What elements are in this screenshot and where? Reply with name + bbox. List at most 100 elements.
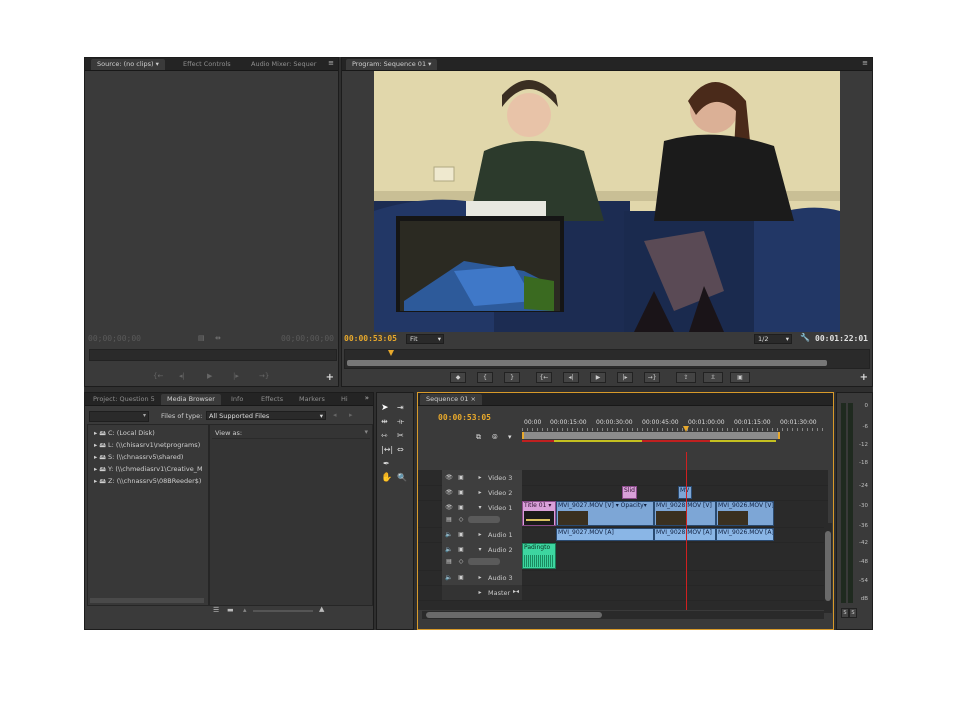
expand-icon[interactable]: ▸ — [476, 589, 484, 596]
source-step-forward-icon[interactable]: |▸ — [233, 372, 239, 380]
clip-mvi-9028[interactable]: MVI_9028.MOV [V] — [654, 501, 716, 526]
source-scrub-bar[interactable] — [89, 349, 337, 361]
source-mark-out-icon[interactable]: →} — [259, 372, 269, 380]
lock-icon[interactable]: ▣ — [457, 489, 465, 496]
source-play-icon[interactable]: ▶ — [207, 372, 212, 380]
tab-effects[interactable]: Effects — [255, 394, 289, 405]
master-output-icon[interactable]: ▸◂ — [512, 588, 520, 595]
clip-audio-9027[interactable]: MVI_9027.MOV [A] — [556, 528, 654, 541]
clip-mv[interactable]: MV — [678, 486, 692, 499]
track-select-tool-icon[interactable]: ⇥ — [397, 403, 404, 412]
speaker-icon[interactable]: 🔈 — [445, 546, 453, 553]
expand-icon[interactable]: ▸ — [476, 489, 484, 496]
selection-tool-icon[interactable]: ➤ — [381, 403, 389, 413]
tab-source[interactable]: Source: (no clips) ▾ — [91, 59, 165, 70]
zoom-out-icon[interactable]: ▴ — [243, 606, 247, 614]
eye-icon[interactable]: 👁 — [445, 474, 453, 481]
playhead-line[interactable] — [686, 452, 687, 610]
snap-icon[interactable]: ⧉ — [476, 433, 481, 442]
collapse-icon[interactable]: ▾ — [476, 546, 484, 553]
tree-item[interactable]: ▸ 🖴 Y: (\\chmediasrv1\Creative_M — [94, 465, 203, 476]
eye-icon[interactable]: 👁 — [445, 489, 453, 496]
overlay-icon[interactable]: ⇹ — [215, 334, 221, 342]
dropdown-icon[interactable]: ▾ — [428, 60, 431, 68]
source-add-icon[interactable]: + — [326, 372, 334, 383]
lock-icon[interactable]: ▣ — [457, 574, 465, 581]
files-of-type-select[interactable]: All Supported Files ▾ — [206, 411, 326, 420]
program-current-timecode[interactable]: 00:00:53:05 — [344, 334, 397, 343]
export-frame-button[interactable]: ▣ — [730, 372, 750, 383]
playhead-marker[interactable] — [388, 350, 394, 356]
tree-item[interactable]: ▸ 🖴 L: (\\chisasrv1\netprograms) — [94, 441, 200, 452]
insert-icon[interactable]: ▤ — [198, 334, 205, 342]
go-to-out-button[interactable]: →} — [644, 372, 660, 383]
timeline-timecode[interactable]: 00:00:53:05 — [438, 413, 491, 422]
zoom-tool-icon[interactable]: 🔍 — [397, 473, 407, 482]
hand-tool-icon[interactable]: ✋ — [381, 473, 392, 483]
dropdown-icon[interactable]: ▾ — [156, 60, 159, 68]
add-marker-button[interactable]: ◆ — [450, 372, 466, 383]
slip-tool-icon[interactable]: |↔| — [381, 445, 393, 454]
go-to-in-button[interactable]: {← — [536, 372, 552, 383]
tab-info[interactable]: Info — [225, 394, 249, 405]
icon-view-icon[interactable]: ▬ — [227, 606, 234, 614]
timeline-h-scrollbar[interactable] — [422, 611, 824, 619]
step-back-button[interactable]: ◂| — [563, 372, 579, 383]
eye-icon[interactable]: 👁 — [445, 504, 453, 511]
time-ruler[interactable]: 00:00 00:00:15:00 00:00:30:00 00:00:45:0… — [522, 417, 824, 445]
pen-tool-icon[interactable]: ✒ — [383, 459, 390, 468]
source-mark-in-icon[interactable]: {← — [153, 372, 163, 380]
display-style-icon[interactable]: ▤ — [445, 558, 453, 565]
view-as-dropdown-icon[interactable]: ▾ — [364, 428, 368, 436]
rate-stretch-tool-icon[interactable]: ⇿ — [381, 431, 388, 440]
speaker-icon[interactable]: 🔈 — [445, 531, 453, 538]
clip-title[interactable]: Title 01 ▾ — [522, 501, 556, 526]
solo-right-button[interactable]: S — [849, 608, 857, 618]
clip-slide[interactable]: Slid — [622, 486, 637, 499]
lock-icon[interactable]: ▣ — [457, 504, 465, 511]
tree-item[interactable]: ▸ 🖴 S: (\\chnassrv5\shared) — [94, 453, 183, 464]
ripple-edit-tool-icon[interactable]: ⇹ — [381, 417, 388, 426]
expand-icon[interactable]: ▸ — [476, 474, 484, 481]
tab-history[interactable]: Hi — [335, 394, 354, 405]
display-style-icon[interactable]: ▤ — [445, 516, 453, 523]
timeline-v-scrollbar[interactable] — [824, 523, 832, 613]
tab-overflow-icon[interactable]: » — [365, 394, 369, 402]
tab-audio-mixer[interactable]: Audio Mixer: Sequer — [245, 59, 322, 70]
h-scroll-thumb[interactable] — [426, 612, 602, 618]
tab-project[interactable]: Project: Question 5 — [87, 394, 161, 405]
tab-program[interactable]: Program: Sequence 01 ▾ — [346, 59, 438, 70]
wrench-icon[interactable]: 🔧 — [800, 333, 810, 342]
resolution-select[interactable]: 1/2 ▾ — [754, 334, 792, 344]
lock-icon[interactable]: ▣ — [457, 546, 465, 553]
tree-scrollbar[interactable] — [90, 598, 204, 603]
panel-menu-icon[interactable]: ≡ — [328, 59, 334, 67]
v-scroll-thumb[interactable] — [825, 531, 831, 601]
keyframe-icon[interactable]: ◇ — [457, 516, 465, 523]
add-marker-icon[interactable]: ▾ — [508, 433, 512, 441]
tab-media-browser[interactable]: Media Browser — [161, 394, 221, 405]
step-forward-button[interactable]: |▸ — [617, 372, 633, 383]
lock-icon[interactable]: ▣ — [457, 474, 465, 481]
clip-padington-audio[interactable]: Padingto — [522, 543, 556, 569]
solo-left-button[interactable]: S — [841, 608, 849, 618]
tab-effect-controls[interactable]: Effect Controls — [177, 59, 237, 70]
timeline-playhead-marker[interactable] — [683, 426, 689, 432]
close-icon[interactable]: × — [470, 395, 475, 403]
tree-item[interactable]: ▸ 🖴 C: (Local Disk) — [94, 429, 155, 440]
nav-forward-icon[interactable]: ▸ — [349, 411, 353, 419]
extract-button[interactable]: ⇫ — [703, 372, 723, 383]
panel-menu-icon[interactable]: ≡ — [862, 59, 868, 67]
thumbnail-size-slider[interactable] — [253, 610, 313, 612]
lock-icon[interactable]: ▣ — [457, 531, 465, 538]
linked-selection-icon[interactable]: ⦾ — [492, 433, 498, 442]
razor-tool-icon[interactable]: ✂ — [397, 431, 404, 440]
program-scrub-bar[interactable] — [344, 349, 870, 369]
nav-back-icon[interactable]: ◂ — [333, 411, 337, 419]
tab-sequence[interactable]: Sequence 01 × — [420, 394, 482, 405]
zoom-in-icon[interactable]: ▲ — [319, 605, 324, 613]
clip-mvi-9027[interactable]: MVI_9027.MOV [V] ▾ Opacity▾ — [556, 501, 654, 526]
list-view-icon[interactable]: ☰ — [213, 606, 219, 614]
tree-item[interactable]: ▸ 🖴 Z: (\\chnassrv5\08BReeder$) — [94, 477, 201, 488]
mark-out-button[interactable]: } — [504, 372, 520, 383]
